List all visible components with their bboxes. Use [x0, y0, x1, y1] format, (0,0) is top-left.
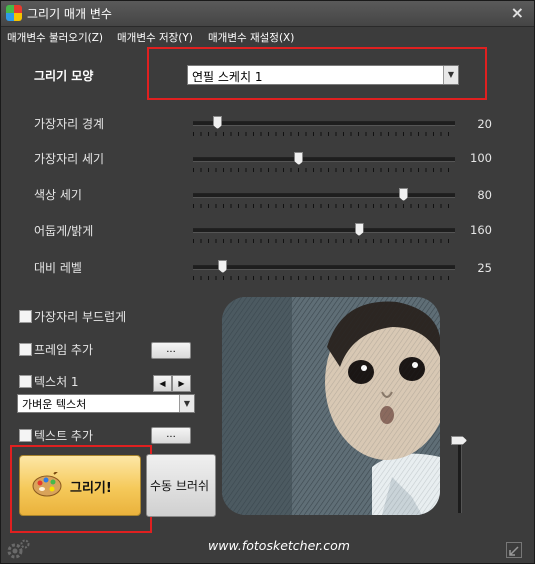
- slider-ticks: [193, 276, 455, 280]
- contrast-level-thumb[interactable]: [218, 260, 228, 273]
- draw-button[interactable]: 그리기!: [19, 455, 141, 516]
- chevron-down-icon[interactable]: ▼: [443, 66, 458, 84]
- add-text-checkbox[interactable]: [19, 429, 32, 442]
- smooth-edges-checkbox[interactable]: [19, 310, 32, 323]
- menu-load-parameters[interactable]: 매개변수 불러오기(Z): [7, 30, 103, 45]
- menu-reset-parameters[interactable]: 매개변수 재설정(X): [208, 30, 294, 45]
- slider-label-edge-intensity: 가장자리 세기: [34, 152, 105, 166]
- fotosketcher-window: 그리기 매개 변수 × 매개변수 불러오기(Z) 매개변수 저장(Y) 매개변수…: [0, 0, 535, 564]
- contrast-level-value: 25: [477, 261, 492, 275]
- sketch-preview-graphic: [222, 297, 440, 515]
- add-frame-label: 프레임 추가: [34, 343, 94, 357]
- arrow-left-icon[interactable]: ◀: [153, 375, 172, 392]
- zoom-slider-thumb[interactable]: [451, 436, 467, 445]
- darken-lighten-track[interactable]: [193, 228, 455, 233]
- edge-intensity-thumb[interactable]: [294, 152, 304, 165]
- resize-icon[interactable]: [506, 542, 522, 558]
- color-intensity-value: 80: [477, 188, 492, 202]
- app-logo-icon: [6, 5, 22, 21]
- menu-bar: 매개변수 불러오기(Z) 매개변수 저장(Y) 매개변수 재설정(X): [1, 27, 534, 47]
- drawing-style-value: 연필 스케치 1: [192, 70, 263, 84]
- color-intensity-thumb[interactable]: [399, 188, 409, 201]
- preview-image: [222, 297, 440, 515]
- arrow-right-icon[interactable]: ▶: [172, 375, 191, 392]
- website-link[interactable]: www.fotosketcher.com: [208, 538, 350, 553]
- manual-brush-label: 수동 브러쉬: [150, 479, 210, 493]
- darken-lighten-value: 160: [470, 223, 492, 237]
- slider-label-contrast-level: 대비 레벨: [34, 261, 82, 275]
- close-icon[interactable]: ×: [511, 3, 524, 22]
- edge-threshold-track[interactable]: [193, 121, 455, 126]
- darken-lighten-thumb[interactable]: [354, 223, 364, 236]
- slider-label-darken-lighten: 어둡게/밝게: [34, 224, 94, 238]
- slider-label-color-intensity: 색상 세기: [34, 188, 82, 202]
- slider-ticks: [193, 168, 455, 172]
- edge-threshold-thumb[interactable]: [213, 116, 223, 129]
- slider-label-edge-threshold: 가장자리 경계: [34, 117, 105, 131]
- frame-browse-button[interactable]: ...: [151, 342, 191, 359]
- edge-intensity-track[interactable]: [193, 157, 455, 162]
- add-text-label: 텍스트 추가: [34, 429, 94, 443]
- gear-icon[interactable]: [6, 538, 30, 560]
- palette-icon: [32, 472, 62, 497]
- chevron-down-icon[interactable]: ▼: [179, 395, 194, 412]
- drawing-style-select[interactable]: 연필 스케치 1 ▼: [187, 65, 459, 85]
- slider-ticks: [193, 204, 455, 208]
- menu-save-parameters[interactable]: 매개변수 저장(Y): [117, 30, 193, 45]
- drawing-style-label: 그리기 모양: [34, 69, 94, 83]
- texture-select[interactable]: 가벼운 텍스처 ▼: [17, 394, 195, 413]
- texture-label: 텍스처 1: [34, 375, 79, 389]
- slider-ticks: [193, 132, 455, 136]
- edge-intensity-value: 100: [470, 151, 492, 165]
- text-browse-button[interactable]: ...: [151, 427, 191, 444]
- slider-ticks: [193, 239, 455, 243]
- color-intensity-track[interactable]: [193, 193, 455, 198]
- manual-brush-button[interactable]: 수동 브러쉬: [146, 454, 216, 517]
- texture-value: 가벼운 텍스처: [22, 398, 87, 411]
- edge-threshold-value: 20: [477, 117, 492, 131]
- texture-checkbox[interactable]: [19, 375, 32, 388]
- zoom-slider-track[interactable]: [458, 439, 462, 513]
- contrast-level-track[interactable]: [193, 265, 455, 270]
- title-bar: 그리기 매개 변수 ×: [1, 1, 534, 27]
- add-frame-checkbox[interactable]: [19, 343, 32, 356]
- smooth-edges-label: 가장자리 부드럽게: [34, 310, 127, 324]
- draw-button-label: 그리기!: [70, 481, 112, 496]
- window-title: 그리기 매개 변수: [27, 7, 112, 21]
